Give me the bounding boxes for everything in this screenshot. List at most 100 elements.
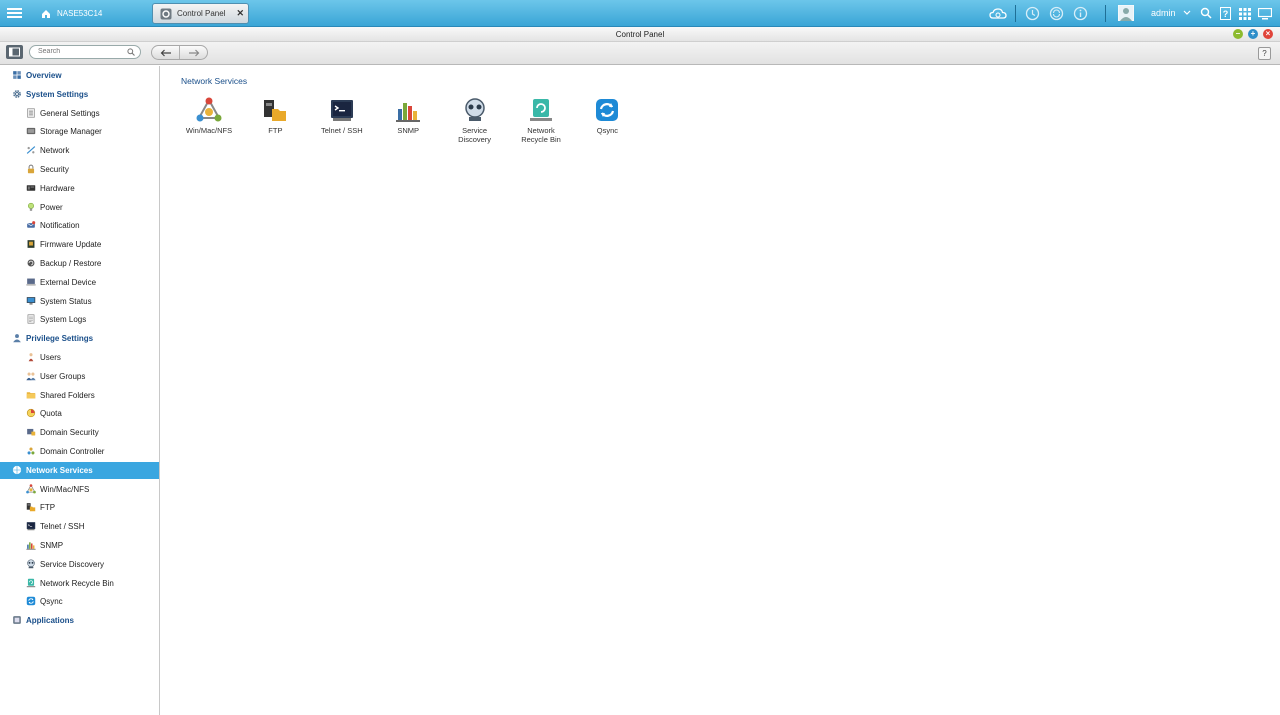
background-task-icon[interactable] xyxy=(1025,6,1040,21)
service-snmp[interactable]: SNMP xyxy=(375,97,441,135)
home-tab[interactable]: NASE53C14 xyxy=(32,3,144,24)
info-icon[interactable] xyxy=(1073,6,1088,21)
sync-status-icon[interactable] xyxy=(1049,6,1064,21)
winmacnfs-icon xyxy=(26,483,36,494)
sidebar-item-firmware-update[interactable]: Firmware Update xyxy=(0,236,159,253)
toolbar: ? xyxy=(0,42,1280,65)
cloud-icon[interactable] xyxy=(989,6,1007,21)
sidebar-item-security[interactable]: Security xyxy=(0,161,159,178)
sidebar-item-system-logs[interactable]: System Logs xyxy=(0,311,159,328)
sidebar-item-overview[interactable]: Overview xyxy=(0,67,159,84)
nas-name: NASE53C14 xyxy=(57,9,103,18)
sidebar-item-label: Network xyxy=(40,146,70,156)
search-field[interactable] xyxy=(29,45,141,59)
sidebar-item-label: System Settings xyxy=(26,89,89,99)
sidebar-item-network-services[interactable]: Network Services xyxy=(0,461,159,479)
service-qsync[interactable]: Qsync xyxy=(574,97,640,135)
history-nav xyxy=(151,45,208,60)
service-label: Win/Mac/NFS xyxy=(176,126,242,135)
sidebar-item-external-device[interactable]: External Device xyxy=(0,274,159,291)
sidebar-toggle-icon xyxy=(9,47,20,57)
sidebar-item-backup-restore[interactable]: Backup / Restore xyxy=(0,255,159,272)
sidebar-item-hardware[interactable]: Hardware xyxy=(0,180,159,197)
service-terminal[interactable]: Telnet / SSH xyxy=(309,97,375,135)
sidebar-item-quota[interactable]: Quota xyxy=(0,405,159,422)
recycle-bin-icon xyxy=(26,578,36,588)
service-label: Telnet / SSH xyxy=(309,126,375,135)
back-button[interactable] xyxy=(152,46,179,59)
network-services-icon xyxy=(12,465,22,475)
tab-control-panel[interactable]: Control Panel ✕ xyxy=(152,3,249,24)
sidebar-item-label: Backup / Restore xyxy=(40,259,102,268)
main-menu-button[interactable] xyxy=(7,6,22,21)
help-button[interactable]: ? xyxy=(1258,47,1271,60)
user-menu[interactable]: admin xyxy=(1151,8,1176,18)
sidebar-item-user-groups[interactable]: User Groups xyxy=(0,368,159,385)
help-icon[interactable]: ? xyxy=(1220,7,1231,20)
sidebar-item-label: Hardware xyxy=(40,183,75,193)
sidebar-item-network[interactable]: Network xyxy=(0,142,159,159)
service-label-line1: Service xyxy=(462,126,488,135)
sidebar-item-label: User Groups xyxy=(40,371,86,381)
search-icon[interactable] xyxy=(1200,7,1212,19)
sidebar-item-shared-folders[interactable]: Shared Folders xyxy=(0,387,159,404)
sidebar-item-storage-manager[interactable]: Storage Manager xyxy=(0,123,159,140)
sidebar-item-label: Service Discovery xyxy=(40,559,105,569)
sidebar-item-notification[interactable]: Notification xyxy=(0,217,159,234)
sidebar-item-telnet-ssh[interactable]: Telnet / SSH xyxy=(0,518,159,535)
service-discovery-icon xyxy=(462,97,488,123)
sidebar-item-ftp[interactable]: FTP xyxy=(0,499,159,516)
service-winmacnfs[interactable]: Win/Mac/NFS xyxy=(176,97,242,135)
sidebar-item-label: Storage Manager xyxy=(40,127,102,137)
desktop-icon[interactable] xyxy=(1258,8,1272,20)
sidebar-item-label: Applications xyxy=(26,616,75,626)
sidebar-item-users[interactable]: Users xyxy=(0,349,159,366)
sidebar-item-snmp[interactable]: SNMP xyxy=(0,537,159,554)
chevron-down-icon[interactable] xyxy=(1183,10,1191,16)
close-icon[interactable]: ✕ xyxy=(236,8,244,19)
sidebar-item-label: System Status xyxy=(40,296,92,306)
arrow-left-icon xyxy=(160,49,171,56)
sidebar-item-win-mac-nfs[interactable]: Win/Mac/NFS xyxy=(0,481,159,498)
sidebar-item-service-discovery[interactable]: Service Discovery xyxy=(0,556,159,573)
recycle-bin-icon xyxy=(528,97,554,123)
sidebar-item-power[interactable]: Power xyxy=(0,199,159,216)
sidebar-item-label: Notification xyxy=(40,221,80,231)
sidebar-item-network-recycle-bin[interactable]: Network Recycle Bin xyxy=(0,575,159,592)
service-label: Service Discovery xyxy=(442,126,508,144)
search-input[interactable] xyxy=(38,48,126,55)
service-service-discovery[interactable]: Service Discovery xyxy=(442,97,508,144)
sidebar-item-domain-security[interactable]: Domain Security xyxy=(0,424,159,441)
sidebar-item-applications[interactable]: Applications xyxy=(0,612,159,629)
network-icon xyxy=(26,145,36,155)
sidebar-item-label: Domain Security xyxy=(40,428,99,438)
sidebar-item-general-settings[interactable]: General Settings xyxy=(0,105,159,122)
search-icon[interactable] xyxy=(127,48,135,56)
sidebar-item-label: SNMP xyxy=(40,541,64,550)
hardware-icon xyxy=(26,183,36,193)
storage-icon xyxy=(26,126,36,136)
sidebar-item-qsync[interactable]: Qsync xyxy=(0,593,159,610)
forward-button[interactable] xyxy=(179,46,207,59)
sidebar-item-label: Power xyxy=(40,202,63,212)
control-panel-icon xyxy=(160,8,172,19)
svg-text:?: ? xyxy=(1223,9,1229,19)
service-label-line1: Network xyxy=(527,126,555,135)
sidebar-item-domain-controller[interactable]: Domain Controller xyxy=(0,443,159,460)
avatar[interactable] xyxy=(1118,5,1134,21)
maximize-button[interactable]: + xyxy=(1248,29,1258,39)
sidebar-item-system-settings[interactable]: System Settings xyxy=(0,86,159,103)
service-recycle-bin[interactable]: Network Recycle Bin xyxy=(508,97,574,144)
sidebar-item-label: Quota xyxy=(40,409,62,419)
sidebar-toggle-button[interactable] xyxy=(6,45,23,59)
close-window-button[interactable]: × xyxy=(1263,29,1273,39)
sidebar-item-label: General Settings xyxy=(40,108,100,118)
service-ftp[interactable]: FTP xyxy=(242,97,308,135)
service-label-line1: Telnet / SSH xyxy=(320,126,363,135)
firmware-icon xyxy=(26,239,36,249)
minimize-button[interactable]: – xyxy=(1233,29,1243,39)
service-label-line1: Win/Mac/NFS xyxy=(185,126,233,135)
sidebar-item-privilege-settings[interactable]: Privilege Settings xyxy=(0,330,159,347)
apps-grid-icon[interactable] xyxy=(1239,8,1251,20)
sidebar-item-system-status[interactable]: System Status xyxy=(0,293,159,310)
